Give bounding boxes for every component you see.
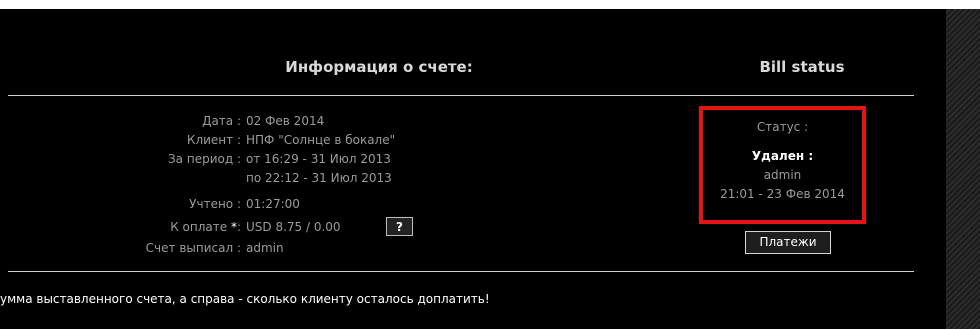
payments-button[interactable]: Платежи xyxy=(745,231,831,254)
status-label: Статус : xyxy=(756,120,809,134)
footnote-text: умма выставленного счета, а справа - ско… xyxy=(0,292,490,306)
divider-top xyxy=(8,95,914,96)
issued-by-value: admin xyxy=(246,241,284,255)
accounted-value: 01:27:00 xyxy=(246,197,300,211)
amount-due-label: К оплате *: xyxy=(170,220,241,234)
period-label: За период : xyxy=(167,152,241,166)
divider-bottom xyxy=(8,271,914,272)
status-state: Удален : xyxy=(751,149,814,163)
amount-due-value: USD 8.75 / 0.00 xyxy=(246,220,341,234)
client-label: Клиент : xyxy=(186,133,241,147)
amount-help-button[interactable]: ? xyxy=(386,217,413,236)
date-value: 02 Фев 2014 xyxy=(246,114,325,128)
status-date: 21:01 - 23 Фев 2014 xyxy=(720,187,845,201)
status-user: admin xyxy=(763,168,802,182)
client-value: НПФ "Солнце в бокале" xyxy=(246,133,396,147)
date-label: Дата : xyxy=(202,114,241,128)
status-highlight-box: Статус : Удален : admin 21:01 - 23 Фев 2… xyxy=(699,106,866,224)
bill-status-title: Bill status xyxy=(759,58,845,76)
bill-info-title: Информация о счете: xyxy=(285,58,473,76)
issued-by-label: Счет выписал : xyxy=(145,241,241,255)
accounted-label: Учтено : xyxy=(189,197,241,211)
amount-due-label-text: К оплате xyxy=(170,220,228,234)
period-from-value: от 16:29 - 31 Июл 2013 xyxy=(246,152,391,166)
period-to-value: по 22:12 - 31 Июл 2013 xyxy=(246,171,392,185)
amount-due-colon: : xyxy=(236,220,241,234)
scroll-area-stripe xyxy=(946,9,980,329)
